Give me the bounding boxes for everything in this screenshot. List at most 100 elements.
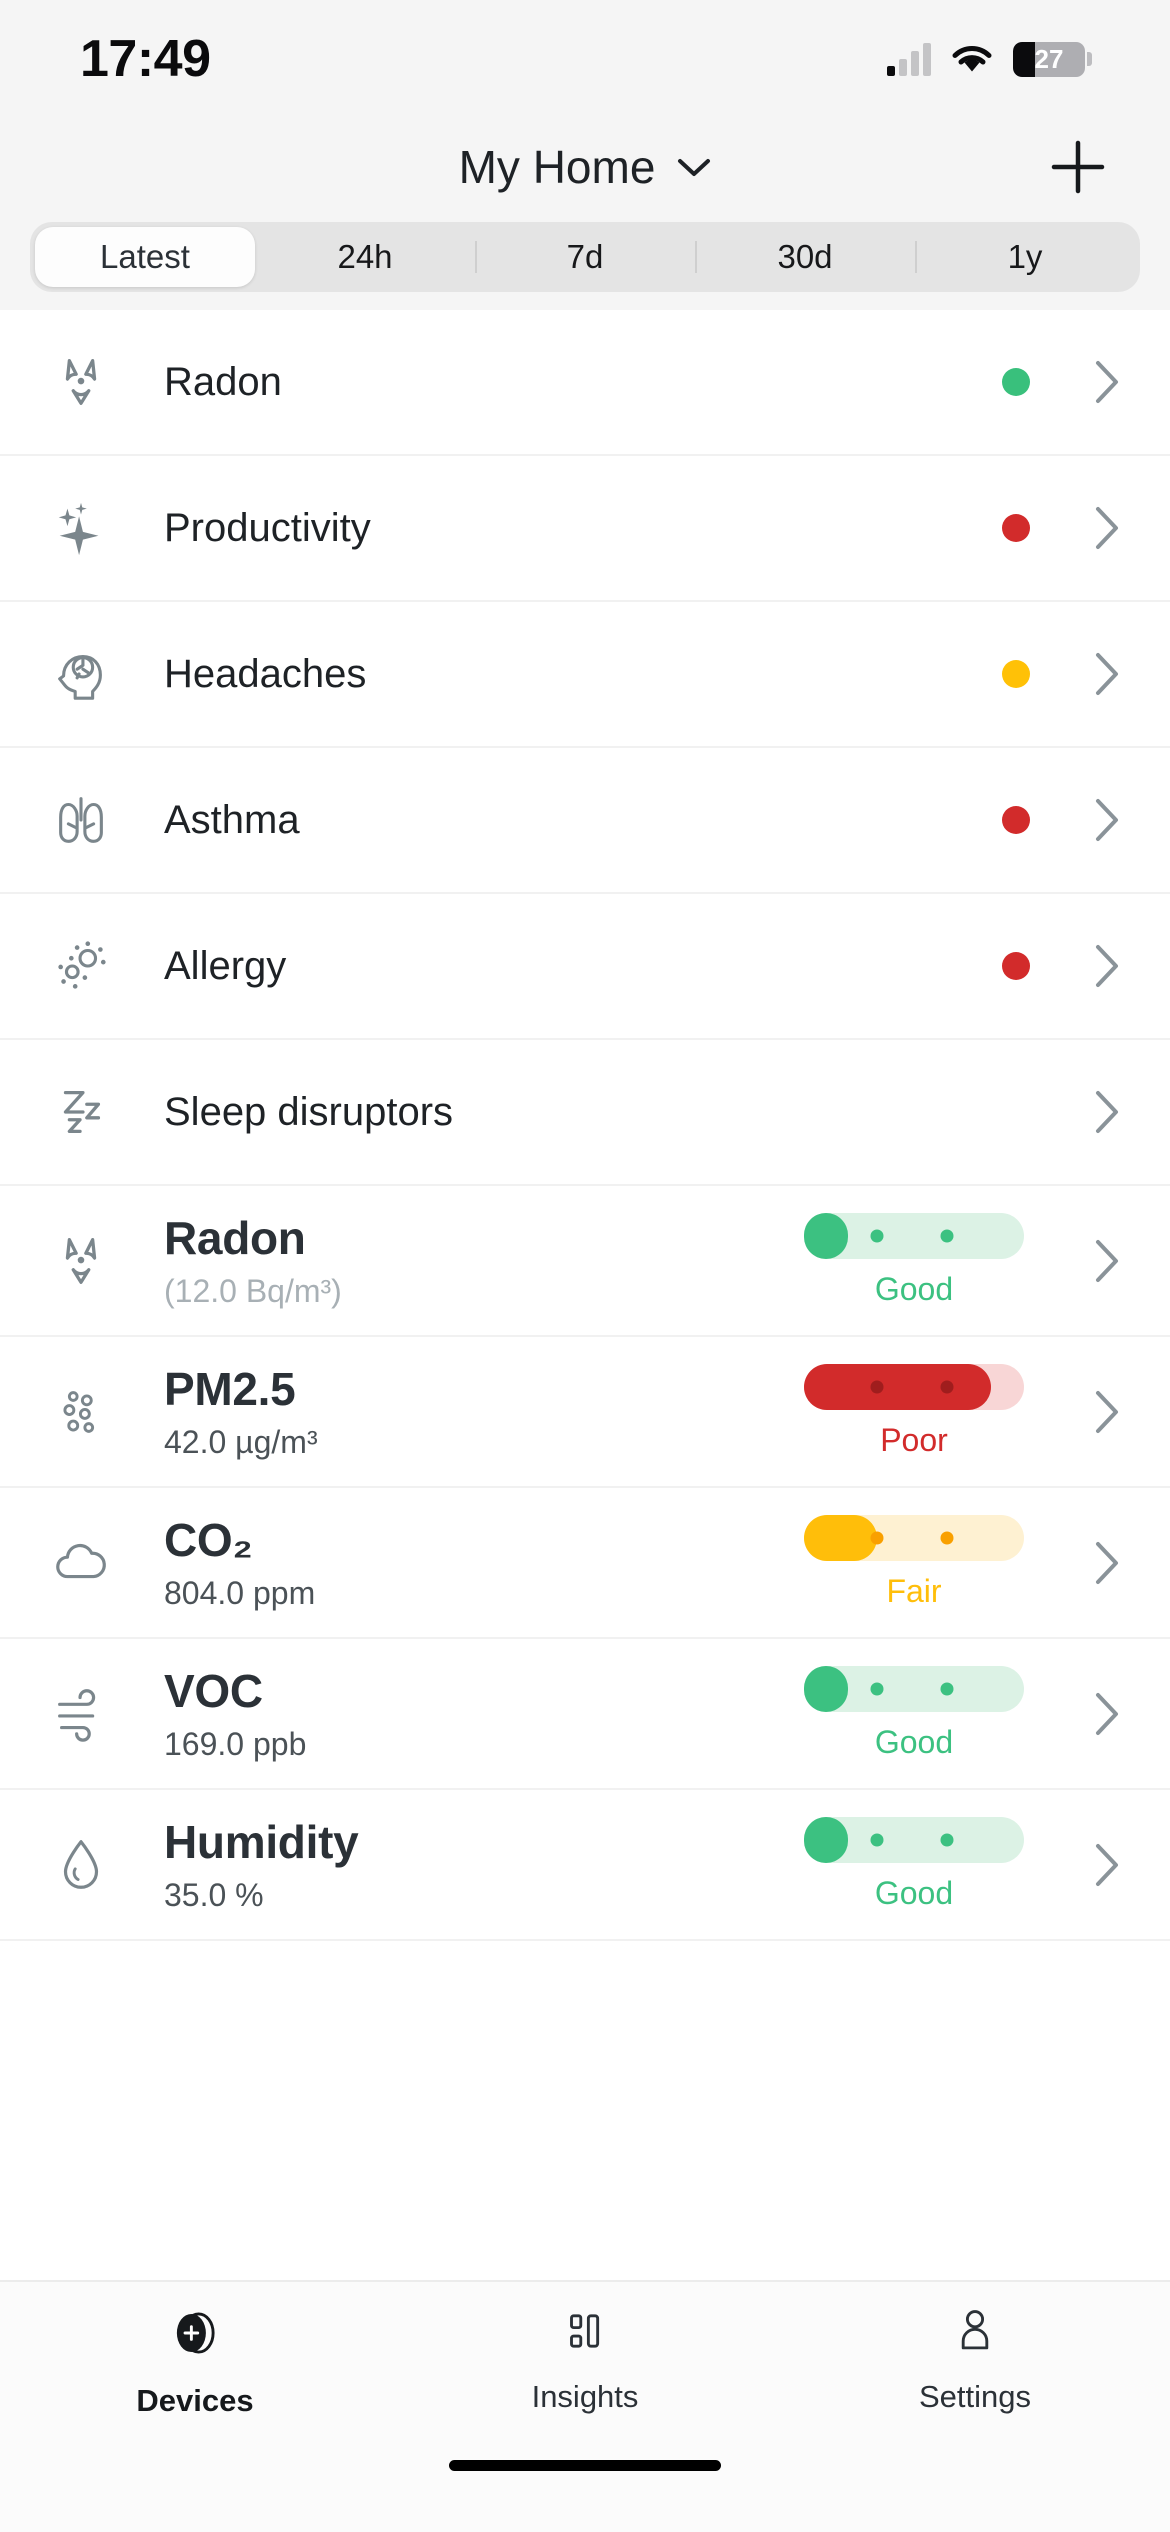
sensor-value: 35.0 % xyxy=(164,1877,264,1913)
segment-7d[interactable]: 7d xyxy=(475,227,695,287)
sensor-gauge-block: Fair xyxy=(784,1515,1044,1610)
chevron-right-icon xyxy=(1092,1841,1122,1889)
insight-row-label: Asthma xyxy=(164,797,300,842)
pollen-icon xyxy=(50,935,142,997)
sensor-status-label: Fair xyxy=(886,1573,942,1609)
insight-row-productivity[interactable]: Productivity xyxy=(0,456,1170,602)
insight-rows-group: Radon Productivity Headaches Asthma Allergy S… xyxy=(0,310,1170,1186)
status-bar-indicators: 27 xyxy=(887,41,1092,77)
status-dot-empty xyxy=(1002,1098,1030,1126)
page-title: My Home xyxy=(458,141,656,193)
segment-1y[interactable]: 1y xyxy=(915,227,1135,287)
lungs-icon xyxy=(50,789,142,851)
sensor-card-humidity[interactable]: Humidity 35.0 % Good xyxy=(0,1790,1170,1941)
gauge-fill xyxy=(804,1666,848,1712)
insight-row-label: Allergy xyxy=(164,943,287,988)
radiation-icon xyxy=(50,351,142,413)
chevron-right-icon xyxy=(1092,650,1122,698)
segment-label: 7d xyxy=(566,238,604,275)
status-dot xyxy=(1002,806,1030,834)
chevron-right-icon xyxy=(1092,1539,1122,1587)
battery-icon: 27 xyxy=(1013,41,1092,77)
tab-label: Devices xyxy=(136,2383,254,2418)
sensor-value: (12.0 Bq/m³) xyxy=(164,1273,342,1309)
tab-insights[interactable]: Insights xyxy=(390,2304,780,2415)
insight-row-label: Sleep disruptors xyxy=(164,1089,454,1134)
segment-24h[interactable]: 24h xyxy=(255,227,475,287)
time-range-segmented-control[interactable]: Latest 24h 7d 30d 1y xyxy=(30,222,1140,292)
sensor-status-label: Poor xyxy=(880,1422,948,1458)
tab-label: Settings xyxy=(918,2379,1031,2414)
status-bar: 17:49 27 xyxy=(0,0,1170,118)
gauge-threshold-dot xyxy=(940,1229,954,1243)
insight-row-radon[interactable]: Radon xyxy=(0,310,1170,456)
gauge-fill xyxy=(804,1515,877,1561)
insight-row-label: Productivity xyxy=(164,505,371,550)
app-screen: 17:49 27 My Home Latest 24h 7d 30d 1y Ra… xyxy=(0,0,1170,2532)
segment-label: Latest xyxy=(100,238,190,275)
tab-settings[interactable]: Settings xyxy=(780,2304,1170,2415)
sensor-cards-group: Radon (12.0 Bq/m³) Good PM2.5 42.0 µg/m³ Poor… xyxy=(0,1186,1170,1941)
airflow-icon xyxy=(50,1683,142,1745)
plus-icon xyxy=(1051,140,1105,194)
sparkle-icon xyxy=(50,497,142,559)
cloud-icon xyxy=(50,1532,142,1594)
home-indicator-area xyxy=(0,2460,1170,2532)
sensor-gauge-block: Good xyxy=(784,1213,1044,1308)
sensor-gauge xyxy=(804,1817,1024,1863)
nav-header: My Home xyxy=(0,118,1170,216)
sensor-gauge xyxy=(804,1213,1024,1259)
gauge-threshold-dot xyxy=(940,1380,954,1394)
status-dot xyxy=(1002,368,1030,396)
sensor-card-voc[interactable]: VOC 169.0 ppb Good xyxy=(0,1639,1170,1790)
segment-latest[interactable]: Latest xyxy=(35,227,255,287)
particles-icon xyxy=(50,1381,142,1443)
sensor-card-pm2-5[interactable]: PM2.5 42.0 µg/m³ Poor xyxy=(0,1337,1170,1488)
person-icon xyxy=(948,2304,1002,2363)
home-selector-button[interactable]: My Home xyxy=(459,140,712,194)
sensor-card-radon[interactable]: Radon (12.0 Bq/m³) Good xyxy=(0,1186,1170,1337)
radiation-icon xyxy=(50,1230,142,1292)
insight-row-asthma[interactable]: Asthma xyxy=(0,748,1170,894)
gauge-fill xyxy=(804,1213,848,1259)
chevron-right-icon xyxy=(1092,504,1122,552)
sensor-value: 804.0 ppm xyxy=(164,1575,316,1611)
sensor-card-co[interactable]: CO₂ 804.0 ppm Fair xyxy=(0,1488,1170,1639)
sensor-name: Humidity xyxy=(164,1816,359,1868)
device-puck-icon xyxy=(166,2304,224,2367)
sensor-gauge xyxy=(804,1364,1024,1410)
chevron-down-icon xyxy=(678,159,711,176)
gauge-threshold-dot xyxy=(870,1833,884,1847)
tab-label: Insights xyxy=(531,2379,639,2414)
sensor-gauge xyxy=(804,1515,1024,1561)
insight-row-headaches[interactable]: Headaches xyxy=(0,602,1170,748)
bar-chart-icon xyxy=(558,2304,612,2363)
sensor-card-meta: VOC 169.0 ppb xyxy=(142,1664,784,1763)
gauge-fill xyxy=(804,1817,848,1863)
sensor-list: Radon Productivity Headaches Asthma Allergy S… xyxy=(0,310,1170,2280)
segment-label: 24h xyxy=(337,238,393,275)
chevron-right-icon xyxy=(1092,1388,1122,1436)
sensor-gauge xyxy=(804,1666,1024,1712)
bottom-tab-bar[interactable]: Devices Insights Settings xyxy=(0,2280,1170,2460)
sensor-name: PM2.5 xyxy=(164,1363,296,1415)
sensor-status-label: Good xyxy=(874,1875,954,1911)
sensor-card-meta: Humidity 35.0 % xyxy=(142,1815,784,1914)
sensor-status-label: Good xyxy=(874,1271,954,1307)
status-dot xyxy=(1002,952,1030,980)
gauge-fill xyxy=(804,1364,991,1410)
segment-30d[interactable]: 30d xyxy=(695,227,915,287)
status-dot xyxy=(1002,514,1030,542)
gauge-threshold-dot xyxy=(940,1833,954,1847)
gauge-threshold-dot xyxy=(870,1229,884,1243)
battery-percent-label: 27 xyxy=(1034,43,1064,74)
gauge-threshold-dot xyxy=(940,1531,954,1545)
insight-row-allergy[interactable]: Allergy xyxy=(0,894,1170,1040)
gauge-threshold-dot xyxy=(870,1682,884,1696)
sensor-gauge-block: Good xyxy=(784,1666,1044,1761)
add-device-button[interactable] xyxy=(1046,135,1110,199)
sensor-status-label: Good xyxy=(874,1724,954,1760)
tab-devices[interactable]: Devices xyxy=(0,2304,390,2419)
gauge-threshold-dot xyxy=(870,1380,884,1394)
insight-row-sleep-disruptors[interactable]: Sleep disruptors xyxy=(0,1040,1170,1186)
